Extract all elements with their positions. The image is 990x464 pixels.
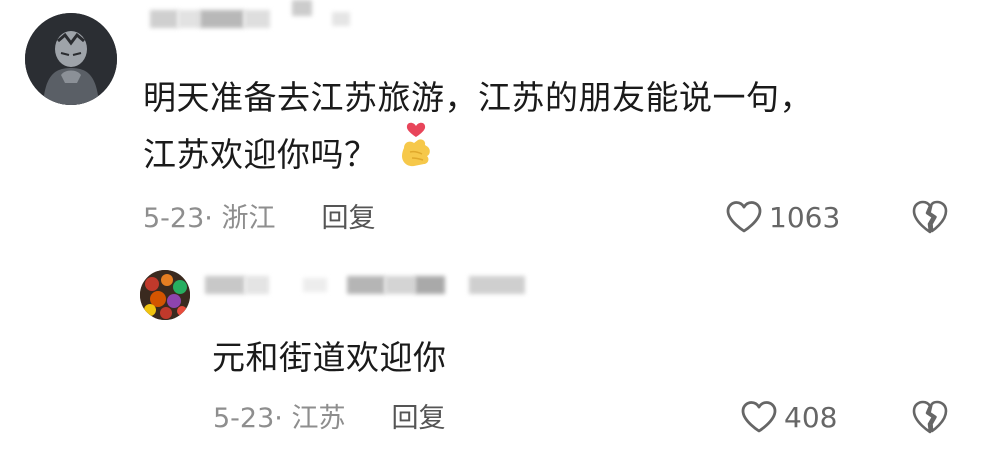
heart-outline-icon xyxy=(726,201,762,233)
comment-thread: 明天准备去江苏旅游，江苏的朋友能说一句， 江苏欢迎你吗？ 5-23· 浙江 回复… xyxy=(0,0,990,464)
heart-outline-icon xyxy=(741,401,777,433)
reply-dislike-button[interactable] xyxy=(910,398,950,440)
reply-text: 元和街道欢迎你 xyxy=(212,338,447,377)
reply-username-blurred[interactable] xyxy=(205,276,525,294)
heart-hand-emoji xyxy=(396,118,436,187)
comment-line-2: 江苏欢迎你吗？ xyxy=(143,122,923,187)
reply-reply-button[interactable]: 回复 xyxy=(391,402,445,436)
dislike-button[interactable] xyxy=(910,198,950,240)
username-blurred[interactable] xyxy=(150,0,350,28)
like-count: 1063 xyxy=(769,200,841,234)
comment-line-2-text: 江苏欢迎你吗？ xyxy=(143,135,378,174)
broken-heart-icon xyxy=(912,200,948,234)
date-location: 5-23· 浙江 xyxy=(143,203,276,234)
reply-avatar[interactable] xyxy=(140,270,190,320)
like-button[interactable]: 1063 xyxy=(725,200,840,234)
reply-meta: 5-23· 江苏 回复 xyxy=(213,402,445,436)
reply-button[interactable]: 回复 xyxy=(321,202,375,236)
comment-meta: 5-23· 浙江 回复 xyxy=(143,202,375,236)
reply-like-count: 408 xyxy=(784,400,838,434)
reply-date-location: 5-23· 江苏 xyxy=(213,403,346,434)
avatar[interactable] xyxy=(25,13,117,105)
food-avatar-image xyxy=(140,270,190,320)
comment-line-1: 明天准备去江苏旅游，江苏的朋友能说一句， xyxy=(143,78,813,117)
comment-text: 明天准备去江苏旅游，江苏的朋友能说一句， 江苏欢迎你吗？ xyxy=(143,70,923,187)
broken-heart-icon xyxy=(912,400,948,434)
tiger-avatar-image xyxy=(25,13,117,105)
reply-like-button[interactable]: 408 xyxy=(740,400,837,434)
